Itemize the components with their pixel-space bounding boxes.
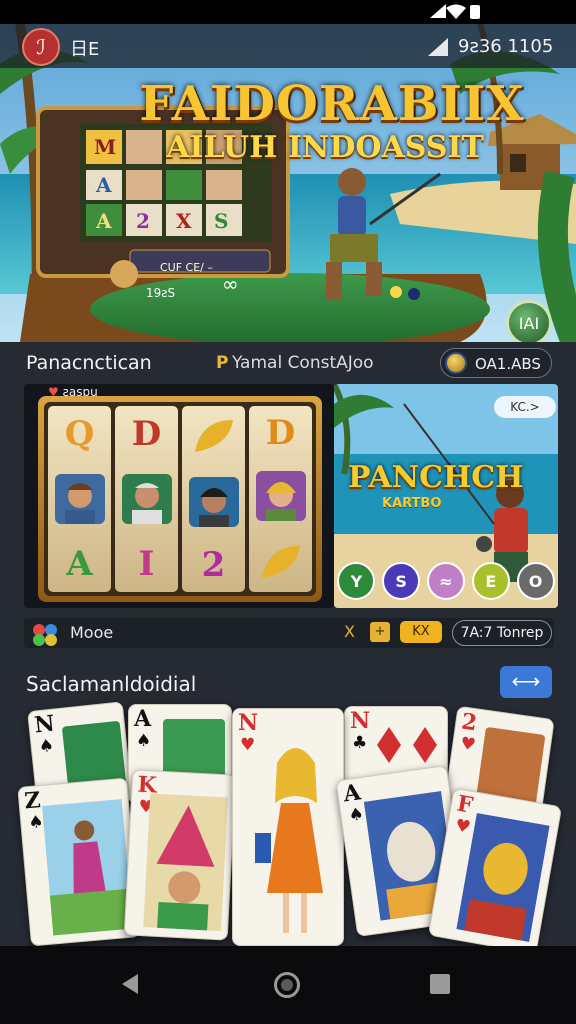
- svg-text:X: X: [176, 209, 192, 233]
- svg-text:2: 2: [136, 209, 150, 233]
- bubble-button[interactable]: ≈: [426, 562, 465, 600]
- close-tag-icon[interactable]: X: [344, 622, 355, 641]
- reel: Q A: [48, 406, 111, 592]
- app-header: ℐ 日E 9ƨ36 1105: [0, 24, 576, 68]
- card-rank: A: [134, 706, 152, 732]
- card-rank: N: [350, 708, 371, 734]
- section-title: Saclamanldoidial: [26, 672, 197, 696]
- spade-icon: ♠: [136, 731, 152, 751]
- face-portrait-icon: [255, 470, 306, 521]
- reel-symbol: 2: [201, 544, 226, 585]
- hero-title: FAIDORABIIX: [139, 76, 525, 132]
- timer-pill[interactable]: 7A:7 Tonrep: [452, 620, 552, 646]
- slot-frame: Q A D I 2 D: [38, 396, 322, 602]
- cell-signal-icon: [428, 38, 448, 56]
- heart-icon: ♥: [453, 815, 473, 838]
- reel-symbol: A: [66, 543, 93, 584]
- swap-button[interactable]: ⟷: [500, 666, 552, 698]
- brand-logo-icon[interactable]: ℐ: [22, 28, 60, 66]
- reel-symbol: D: [265, 413, 296, 454]
- clock: 9ƨ36 1105: [458, 36, 554, 57]
- card-rank: Z: [23, 787, 42, 815]
- fish-pill-tag[interactable]: KC.>: [494, 396, 556, 418]
- card-rank: N: [238, 710, 259, 736]
- card-rank: A: [341, 779, 363, 808]
- back-icon[interactable]: [122, 974, 138, 994]
- diamond-pips-icon: [377, 727, 437, 763]
- reel-symbol: D: [131, 414, 162, 455]
- svg-text:A: A: [95, 173, 112, 197]
- section-subtitle: Yamal ConstAJoo: [232, 353, 374, 373]
- spade-icon: ♠: [37, 735, 56, 758]
- hero-badge-button[interactable]: IAI: [506, 300, 552, 342]
- machine-counter: 19ƨS: [146, 286, 176, 300]
- featured-games-section: Panacnctican P Yamal ConstAJoo OA1.ABS ♥…: [0, 342, 576, 654]
- app-title: 日E: [70, 39, 100, 60]
- svg-text:M: M: [94, 135, 116, 159]
- gems-icon: [33, 624, 57, 646]
- section-title: Panacnctican: [26, 352, 152, 374]
- svg-text:A: A: [95, 209, 112, 233]
- wifi-icon: [446, 4, 466, 19]
- kx-tag-button[interactable]: KX: [400, 621, 442, 643]
- svg-text:S: S: [214, 209, 228, 233]
- golden-leaf-icon: [194, 420, 233, 453]
- fish-game-title: PANCHCH: [348, 460, 524, 495]
- reel-symbol: Q: [64, 414, 95, 455]
- slot-game-card[interactable]: ♥ ƨasɒu Q A D I 2 D: [24, 384, 334, 608]
- playing-card[interactable]: Z ♠: [17, 777, 141, 947]
- fish-game-subtitle: KARTBO: [382, 496, 442, 511]
- golden-leaf-icon: [261, 545, 300, 578]
- reel: D I: [115, 406, 178, 592]
- system-nav-bar: [0, 946, 576, 1024]
- card-rank: 2: [459, 708, 479, 737]
- p-icon: P: [216, 353, 229, 373]
- face-portrait-icon: [121, 473, 172, 524]
- fishing-game-card[interactable]: KC.> PANCHCH KARTBO Y S ≈ E O: [334, 384, 558, 608]
- card-rank: F: [454, 790, 475, 819]
- recent-apps-icon[interactable]: [430, 974, 450, 994]
- hero-banner[interactable]: M A A 2 X S FAIDORABIIX AILUH INDOASSIT …: [0, 24, 576, 342]
- bubble-button[interactable]: E: [471, 562, 510, 600]
- horse-portrait-icon: [456, 812, 550, 943]
- card-games-section: Saclamanldoidial ⟷ N ♠ A ♠ N ♣ 2 ♥ Z ♠ K…: [0, 654, 576, 955]
- heart-icon: ♥: [459, 733, 477, 756]
- card-rank: N: [33, 710, 56, 739]
- spade-icon: ♠: [27, 811, 45, 834]
- balance-text: OA1.ABS: [475, 355, 541, 373]
- reel: 2: [182, 406, 245, 592]
- spade-icon: ♠: [347, 804, 366, 826]
- slot-reels: Q A D I 2 D: [44, 402, 316, 596]
- balance-chip[interactable]: OA1.ABS: [440, 348, 552, 378]
- playing-card[interactable]: K ♥: [123, 769, 237, 941]
- hero-subtitle: AILUH INDOASSIT: [166, 130, 484, 165]
- hero-artwork: M A A 2 X S: [0, 24, 576, 342]
- playing-card[interactable]: N ♥: [232, 708, 344, 946]
- plus-tag-button[interactable]: +: [370, 622, 390, 642]
- woman-portrait-icon: [41, 799, 134, 936]
- face-portrait-icon: [188, 476, 239, 527]
- reel: D: [249, 406, 312, 592]
- reel-symbol: I: [138, 543, 155, 584]
- mode-label: Mooe: [70, 623, 114, 642]
- club-icon: ♣: [352, 733, 368, 753]
- coin-icon: [445, 352, 467, 374]
- signal-icon: [430, 4, 446, 18]
- bubble-button[interactable]: O: [516, 562, 555, 600]
- battery-icon: [470, 5, 480, 19]
- fish-bubbles: Y S ≈ E O: [334, 562, 558, 600]
- jester-portrait-icon: [143, 793, 229, 932]
- woman-in-dress-icon: [255, 748, 323, 933]
- bubble-button[interactable]: Y: [337, 562, 376, 600]
- infinity-icon: ∞: [222, 272, 239, 296]
- mode-bar: Mooe X + KX 7A:7 Tonrep: [24, 618, 554, 648]
- home-icon[interactable]: [274, 972, 300, 998]
- machine-label: CUF CE/ –: [160, 261, 213, 274]
- face-portrait-icon: [54, 473, 105, 524]
- status-bar: [0, 0, 576, 24]
- bubble-button[interactable]: S: [382, 562, 421, 600]
